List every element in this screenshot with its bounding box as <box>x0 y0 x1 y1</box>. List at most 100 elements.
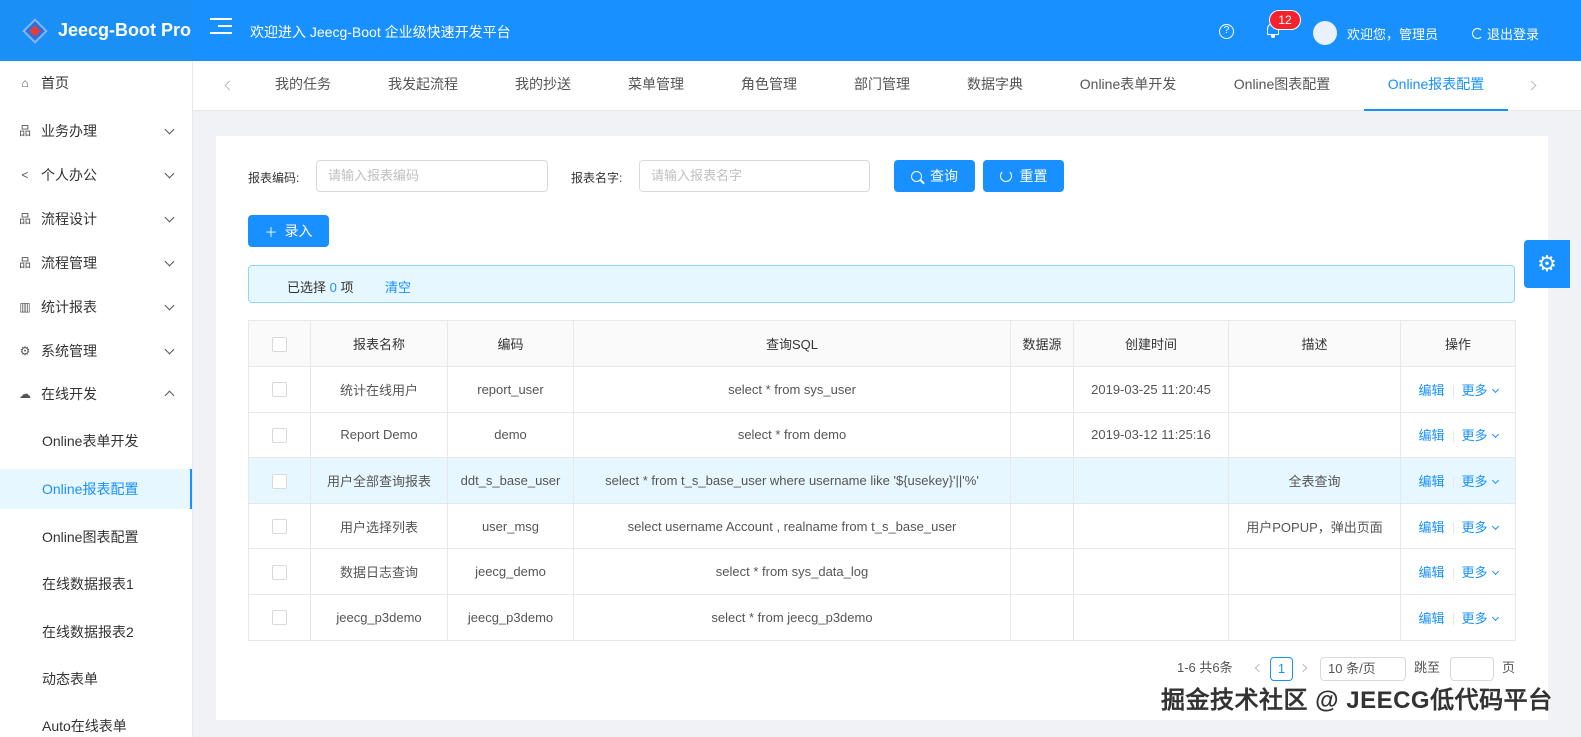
column-header: 操作 <box>1400 320 1516 367</box>
sidebar-item-process-management[interactable]: 品 流程管理 <box>0 241 192 285</box>
sidebar-subitem-auto-form[interactable]: Auto在线表单 <box>0 706 192 737</box>
row-checkbox[interactable] <box>272 427 287 443</box>
sidebar-item-label: 业务办理 <box>41 123 97 139</box>
tab-my-cc[interactable]: 我的抄送 <box>511 61 575 111</box>
edit-link[interactable]: 编辑 <box>1418 428 1444 443</box>
cell-sql: select * from jeecg_p3demo <box>573 593 1011 641</box>
cell-created <box>1073 502 1229 550</box>
welcome-text[interactable]: 欢迎您，管理员 <box>1347 24 1438 43</box>
sidebar-item-process-design[interactable]: 品 流程设计 <box>0 197 192 241</box>
select-all-checkbox[interactable] <box>272 336 287 352</box>
more-link[interactable]: 更多 <box>1462 520 1488 535</box>
chevron-down-icon <box>164 124 175 135</box>
column-header[interactable]: 创建时间 <box>1073 320 1229 367</box>
settings-drawer-button[interactable]: ⚙ <box>1524 240 1570 288</box>
table-row[interactable]: Report Demo demo select * from demo 2019… <box>248 411 1516 459</box>
more-link[interactable]: 更多 <box>1462 428 1488 443</box>
plus-icon: ＋ <box>264 224 278 240</box>
jump-page-input[interactable] <box>1450 657 1494 681</box>
row-checkbox[interactable] <box>272 610 287 626</box>
edit-link[interactable]: 编辑 <box>1418 383 1444 398</box>
clear-selection-link[interactable]: 清空 <box>385 277 411 296</box>
more-link[interactable]: 更多 <box>1462 611 1488 626</box>
tab-menu-management[interactable]: 菜单管理 <box>624 61 688 111</box>
table-row[interactable]: 统计在线用户 report_user select * from sys_use… <box>248 366 1516 413</box>
reset-button[interactable]: 重置 <box>983 160 1064 192</box>
add-button[interactable]: ＋ 录入 <box>248 215 329 247</box>
table-row[interactable]: jeecg_p3demo jeecg_p3demo select * from … <box>248 593 1516 641</box>
sidebar-subitem-data-report-1[interactable]: 在线数据报表1 <box>0 564 192 604</box>
report-name-input[interactable]: 请输入报表名字 <box>639 160 870 192</box>
tab-role-management[interactable]: 角色管理 <box>737 61 801 111</box>
logo-icon <box>20 16 50 46</box>
logout-button[interactable]: 退出登录 <box>1472 24 1539 43</box>
sidebar-item-online-dev[interactable]: ☁ 在线开发 <box>0 372 192 416</box>
sidebar-subitem-data-report-2[interactable]: 在线数据报表2 <box>0 612 192 652</box>
cell-desc <box>1228 548 1401 595</box>
cell-code: ddt_s_base_user <box>447 457 574 504</box>
chevron-left-icon[interactable] <box>224 80 235 91</box>
table-row[interactable]: 用户全部查询报表 ddt_s_base_user select * from t… <box>248 457 1516 504</box>
tab-online-chart[interactable]: Online图表配置 <box>1227 61 1337 111</box>
sidebar-item-reports[interactable]: ▥ 统计报表 <box>0 285 192 329</box>
more-link[interactable]: 更多 <box>1462 474 1488 489</box>
row-checkbox[interactable] <box>272 473 287 489</box>
help-icon[interactable]: ? <box>1219 24 1234 39</box>
cell-desc <box>1228 366 1401 413</box>
cell-created: 2019-03-12 11:25:16 <box>1073 411 1229 459</box>
row-checkbox[interactable] <box>272 519 287 535</box>
chevron-down-icon <box>1491 568 1499 576</box>
sidebar-subitem-online-chart[interactable]: Online图表配置 <box>0 517 192 557</box>
edit-link[interactable]: 编辑 <box>1418 565 1444 580</box>
column-header[interactable]: 数据源 <box>1010 320 1074 367</box>
logo[interactable]: Jeecg-Boot Pro <box>0 0 193 61</box>
table-row[interactable]: 数据日志查询 jeecg_demo select * from sys_data… <box>248 548 1516 595</box>
tab-my-initiated[interactable]: 我发起流程 <box>383 61 463 111</box>
tab-data-dictionary[interactable]: 数据字典 <box>963 61 1027 111</box>
chevron-right-icon[interactable] <box>1526 80 1537 91</box>
logo-text: Jeecg-Boot Pro <box>58 20 192 40</box>
sidebar-item-system[interactable]: ⚙ 系统管理 <box>0 329 192 373</box>
page-1-button[interactable]: 1 <box>1270 657 1293 681</box>
cell-datasource <box>1010 502 1074 550</box>
sidebar-subitem-online-report[interactable]: Online报表配置 <box>0 469 192 509</box>
edit-link[interactable]: 编辑 <box>1418 520 1444 535</box>
edit-link[interactable]: 编辑 <box>1418 474 1444 489</box>
edit-link[interactable]: 编辑 <box>1418 611 1444 626</box>
cell-datasource <box>1010 457 1074 504</box>
cell-name: 数据日志查询 <box>310 548 448 595</box>
column-header[interactable]: 描述 <box>1228 320 1401 367</box>
tab-online-form[interactable]: Online表单开发 <box>1073 61 1183 111</box>
table-row[interactable]: 用户选择列表 user_msg select username Account … <box>248 502 1516 550</box>
sidebar-item-personal-office[interactable]: < 个人办公 <box>0 153 192 197</box>
menu-fold-icon[interactable] <box>210 18 232 40</box>
tab-online-report[interactable]: Online报表配置 <box>1364 61 1508 111</box>
sidebar-item-label: 在线开发 <box>41 386 97 402</box>
avatar[interactable] <box>1313 21 1337 45</box>
more-link[interactable]: 更多 <box>1462 565 1488 580</box>
logout-icon <box>1472 28 1483 39</box>
query-button[interactable]: 查询 <box>894 160 975 192</box>
row-checkbox[interactable] <box>272 564 287 580</box>
sidebar-item-business[interactable]: 品 业务办理 <box>0 109 192 153</box>
column-header[interactable]: 查询SQL <box>573 320 1011 367</box>
tab-department-management[interactable]: 部门管理 <box>850 61 914 111</box>
cell-code: report_user <box>447 366 574 413</box>
sidebar-subitem-dynamic-form[interactable]: 动态表单 <box>0 659 192 699</box>
report-code-input[interactable]: 请输入报表编码 <box>316 160 548 192</box>
tab-my-tasks[interactable]: 我的任务 <box>271 61 335 111</box>
page-size-select[interactable]: 10 条/页 <box>1320 657 1406 681</box>
more-link[interactable]: 更多 <box>1462 383 1488 398</box>
cell-desc <box>1228 593 1401 641</box>
column-header[interactable]: 编码 <box>447 320 574 367</box>
column-header[interactable]: 报表名称 <box>310 320 448 367</box>
pagination-total: 1-6 共6条 <box>1177 660 1233 675</box>
cell-name: Report Demo <box>310 411 448 459</box>
jump-label: 跳至 <box>1414 660 1441 675</box>
row-checkbox[interactable] <box>272 382 287 398</box>
sidebar-subitem-online-form[interactable]: Online表单开发 <box>0 421 192 461</box>
cell-actions: 编辑 更多 <box>1400 366 1516 413</box>
chevron-down-icon <box>164 344 175 355</box>
chevron-down-icon <box>1491 431 1499 439</box>
sidebar-item-home[interactable]: ⌂ 首页 <box>0 61 192 105</box>
